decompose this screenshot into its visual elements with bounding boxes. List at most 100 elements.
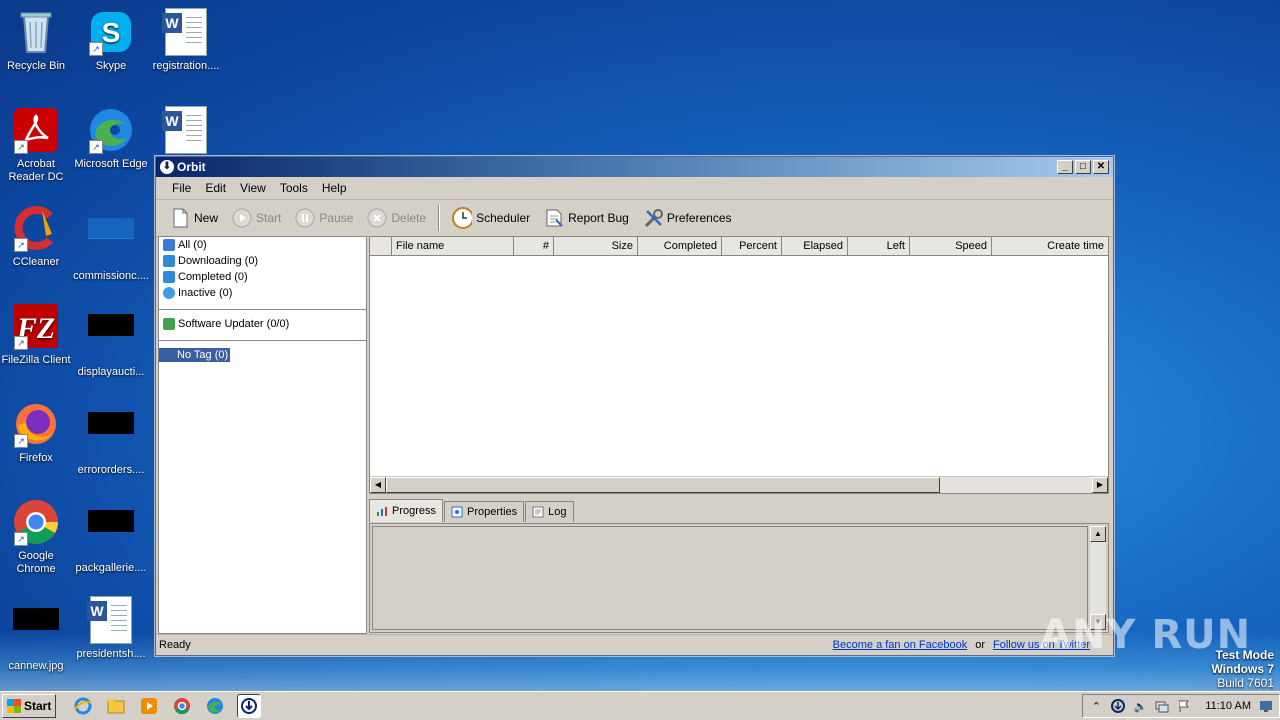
column-header-percent[interactable]: Percent	[722, 237, 782, 255]
desktop-icon-displayauction[interactable]: displayaucti...	[73, 302, 149, 379]
desktop-icon-registration[interactable]: W registration....	[148, 8, 224, 73]
column-header-size[interactable]: Size	[554, 237, 638, 255]
shortcut-arrow-icon: ↗	[14, 238, 28, 252]
column-header-elapsed[interactable]: Elapsed	[782, 237, 848, 255]
maximize-button[interactable]: □	[1075, 160, 1091, 174]
desktop-icon-packgallerie[interactable]: packgallerie....	[73, 498, 149, 575]
tools-icon	[643, 208, 663, 228]
volume-icon[interactable]: 🔈	[1133, 699, 1147, 713]
desktop-icon-firefox[interactable]: ↗ Firefox	[0, 400, 74, 465]
category-label: Completed (0)	[178, 271, 248, 283]
column-header-create-time[interactable]: Create time	[992, 237, 1108, 255]
category-downloading[interactable]: Downloading (0)	[159, 253, 366, 269]
action-center-flag-icon[interactable]	[1177, 699, 1191, 713]
orbit-window[interactable]: ⬇ Orbit _ □ ✕ File Edit View Tools Help …	[155, 156, 1114, 656]
report-bug-icon	[544, 208, 564, 228]
column-header-left[interactable]: Left	[848, 237, 910, 255]
close-button[interactable]: ✕	[1093, 160, 1109, 174]
scheduler-button-label: Scheduler	[476, 211, 531, 225]
progress-area	[372, 526, 1088, 630]
taskbar-chrome-icon[interactable]	[171, 695, 193, 717]
report-bug-button-label: Report Bug	[568, 211, 629, 225]
desktop-icon-errororders[interactable]: errororders....	[73, 400, 149, 477]
desktop-icon-filezilla[interactable]: FZ ↗ FileZilla Client	[0, 302, 74, 367]
tray-expand-icon[interactable]: ⌃	[1089, 699, 1103, 713]
menu-tools[interactable]: Tools	[274, 179, 314, 197]
category-all[interactable]: All (0)	[159, 237, 366, 253]
column-header-speed[interactable]: Speed	[910, 237, 992, 255]
tab-properties[interactable]: Properties	[444, 501, 525, 522]
pause-icon	[295, 208, 315, 228]
desktop-icon-word-doc[interactable]: W	[148, 106, 224, 158]
desktop-icon-recycle-bin[interactable]: Recycle Bin	[0, 8, 74, 73]
delete-icon	[367, 208, 387, 228]
clock[interactable]: 11:10 AM	[1205, 700, 1251, 712]
desktop-icon-ccleaner[interactable]: ↗ CCleaner	[0, 204, 74, 269]
report-bug-button[interactable]: Report Bug	[538, 205, 635, 231]
window-titlebar[interactable]: ⬇ Orbit _ □ ✕	[156, 157, 1113, 177]
preferences-button-label: Preferences	[666, 211, 732, 225]
taskbar-ie-icon[interactable]	[72, 695, 94, 717]
desktop-icon-label: Skype	[95, 60, 127, 72]
scroll-left-icon[interactable]: ◀	[370, 477, 386, 493]
column-header-file-name[interactable]: File name	[392, 237, 514, 255]
desktop-icon-commission[interactable]: commissionc....	[73, 204, 149, 283]
tag-no-tag[interactable]: No Tag (0)	[159, 347, 366, 363]
taskbar-edge-icon[interactable]	[204, 695, 226, 717]
desktop-icon-presidents[interactable]: W presidentsh....	[73, 596, 149, 661]
minimize-button[interactable]: _	[1057, 160, 1073, 174]
pause-button[interactable]: Pause	[289, 205, 359, 231]
desktop-icon-cannew[interactable]: cannew.jpg	[0, 596, 74, 673]
shortcut-arrow-icon: ↗	[14, 336, 28, 350]
preferences-button[interactable]: Preferences	[637, 205, 738, 231]
menu-view[interactable]: View	[234, 179, 272, 197]
category-label: All (0)	[178, 239, 207, 251]
software-updater-item[interactable]: Software Updater (0/0)	[159, 316, 366, 332]
refresh-icon	[163, 318, 175, 330]
network-icon[interactable]	[1155, 699, 1169, 713]
category-inactive[interactable]: Inactive (0)	[159, 285, 366, 301]
shortcut-arrow-icon: ↗	[14, 140, 28, 154]
shortcut-arrow-icon: ↗	[89, 42, 103, 56]
category-completed[interactable]: Completed (0)	[159, 269, 366, 285]
tab-progress[interactable]: Progress	[369, 499, 444, 522]
taskbar-explorer-icon[interactable]	[105, 695, 127, 717]
desktop-icon-acrobat[interactable]: ↗ Acrobat Reader DC	[0, 106, 74, 184]
facebook-link[interactable]: Become a fan on Facebook	[833, 639, 968, 651]
firefox-icon: ↗	[12, 400, 60, 448]
status-bar: Ready Become a fan on Facebook or Follow…	[156, 634, 1113, 655]
start-button[interactable]: Start	[226, 205, 287, 231]
status-text: Ready	[159, 639, 191, 651]
horizontal-scrollbar[interactable]: ◀ ▶	[370, 476, 1108, 493]
shortcut-arrow-icon: ↗	[14, 434, 28, 448]
show-desktop-icon[interactable]	[1259, 699, 1273, 713]
delete-button[interactable]: Delete	[361, 205, 432, 231]
scroll-right-icon[interactable]: ▶	[1092, 477, 1108, 493]
desktop-icon-label: commissionc....	[73, 270, 149, 282]
new-button[interactable]: New	[164, 205, 224, 231]
menu-file[interactable]: File	[166, 179, 197, 197]
column-header-completed[interactable]: Completed	[638, 237, 722, 255]
start-button-taskbar[interactable]: Start	[2, 694, 57, 718]
scrollbar-thumb[interactable]	[386, 477, 940, 493]
inactive-icon	[163, 287, 175, 299]
toolbar: New Start Pause Delete Scheduler Report …	[156, 200, 1113, 237]
tab-log[interactable]: Log	[525, 501, 574, 522]
list-header: File name # Size Completed Percent Elaps…	[370, 237, 1108, 256]
column-header-number[interactable]: #	[514, 237, 554, 255]
start-label: Start	[24, 699, 52, 713]
scroll-up-icon[interactable]: ▲	[1090, 526, 1106, 542]
word-document-icon: W	[87, 596, 135, 644]
tray-orbit-icon[interactable]	[1111, 699, 1126, 713]
scheduler-button[interactable]: Scheduler	[446, 205, 536, 231]
desktop-icon-label: cannew.jpg	[8, 660, 64, 672]
download-list[interactable]: File name # Size Completed Percent Elaps…	[369, 236, 1109, 494]
desktop-icon-skype[interactable]: S ↗ Skype	[73, 8, 149, 73]
taskbar-orbit-icon[interactable]	[237, 694, 262, 718]
menu-edit[interactable]: Edit	[199, 179, 232, 197]
desktop-icon-chrome[interactable]: ↗ Google Chrome	[0, 498, 74, 576]
menu-help[interactable]: Help	[316, 179, 353, 197]
taskbar-media-player-icon[interactable]	[138, 695, 160, 717]
column-header-icon[interactable]	[370, 237, 392, 255]
desktop-icon-edge[interactable]: ↗ Microsoft Edge	[73, 106, 149, 171]
